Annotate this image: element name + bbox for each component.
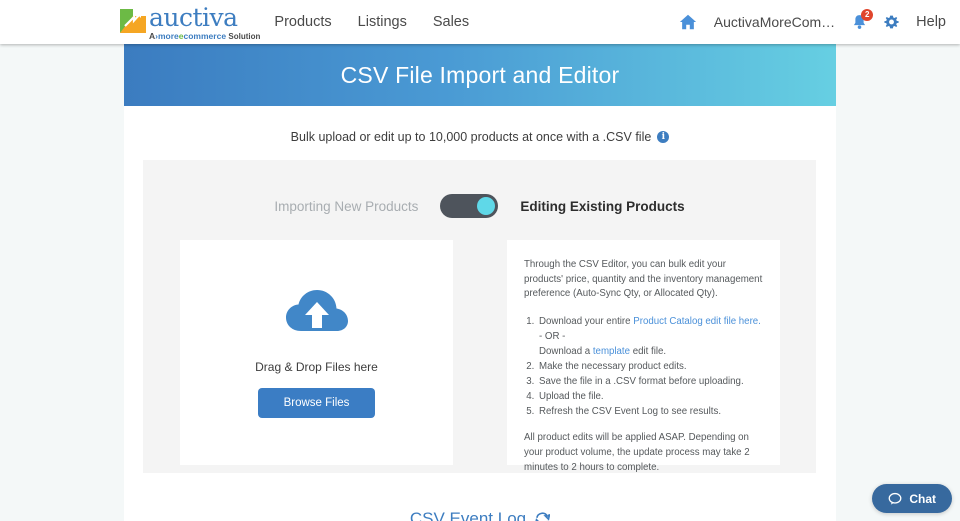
instructions-steps: Download your entire Product Catalog edi…	[537, 314, 763, 419]
csv-event-log-header: CSV Event Log	[124, 509, 836, 521]
chat-label: Chat	[909, 491, 936, 506]
brand-tagline-solution: Solution	[228, 31, 261, 41]
editor-panel: Importing New Products Editing Existing …	[143, 160, 816, 473]
brand-logo[interactable]: auctiva A›moreecommerce Solution	[120, 4, 260, 41]
primary-nav-links: Products Listings Sales	[274, 14, 469, 30]
subtitle-row: Bulk upload or edit up to 10,000 product…	[124, 130, 836, 144]
account-name[interactable]: AuctivaMoreCom…	[714, 14, 835, 30]
file-dropzone[interactable]: Drag & Drop Files here Browse Files	[180, 240, 453, 465]
step1-or: - OR -	[539, 331, 566, 343]
notification-badge: 2	[861, 9, 874, 21]
dropzone-label: Drag & Drop Files here	[255, 360, 378, 374]
chat-widget-button[interactable]: Chat	[872, 484, 952, 513]
template-link[interactable]: template	[593, 346, 630, 357]
page-title: CSV File Import and Editor	[340, 61, 620, 88]
list-item: Download your entire Product Catalog edi…	[537, 314, 763, 359]
brand-tagline-commerce: commerce	[183, 30, 227, 41]
home-icon[interactable]	[679, 13, 697, 31]
page-banner: CSV File Import and Editor	[124, 44, 836, 106]
list-item: Refresh the CSV Event Log to see results…	[537, 404, 763, 419]
content-card: CSV File Import and Editor Bulk upload o…	[124, 44, 836, 521]
csv-event-log-title[interactable]: CSV Event Log	[410, 509, 526, 521]
auctiva-logo-mark	[120, 6, 146, 33]
instructions-outro: All product edits will be applied ASAP. …	[524, 432, 750, 473]
brand-tagline: A›moreecommerce Solution	[149, 30, 261, 41]
brand-wordmark: auctiva	[149, 2, 238, 32]
mode-toggle-row: Importing New Products Editing Existing …	[143, 160, 816, 218]
chat-bubble-icon	[888, 492, 902, 506]
nav-listings[interactable]: Listings	[358, 14, 407, 30]
step1-second-suffix: edit file.	[630, 346, 667, 358]
list-item: Make the necessary product edits.	[537, 359, 763, 374]
toggle-label-importing[interactable]: Importing New Products	[274, 199, 418, 214]
nav-products[interactable]: Products	[274, 14, 331, 30]
top-navigation-bar: auctiva A›moreecommerce Solution Product…	[0, 0, 960, 44]
list-item: Upload the file.	[537, 389, 763, 404]
list-item: Save the file in a .CSV format before up…	[537, 374, 763, 389]
info-icon[interactable]: i	[657, 131, 670, 143]
step1-second-prefix: Download a	[539, 346, 593, 358]
mode-toggle-knob	[477, 197, 496, 215]
toggle-label-editing[interactable]: Editing Existing Products	[520, 199, 684, 214]
nav-sales[interactable]: Sales	[433, 14, 469, 30]
bell-icon[interactable]: 2	[852, 9, 874, 30]
step1-prefix: Download your entire	[539, 316, 634, 328]
instructions-intro: Through the CSV Editor, you can bulk edi…	[524, 259, 763, 300]
instructions-panel: Through the CSV Editor, you can bulk edi…	[507, 240, 780, 473]
panels-row: Drag & Drop Files here Browse Files Thro…	[143, 218, 816, 473]
help-link[interactable]: Help	[916, 14, 946, 30]
brand-tagline-more: more	[157, 30, 179, 41]
mode-toggle[interactable]	[440, 194, 499, 218]
gear-icon[interactable]	[884, 15, 899, 30]
subtitle-text: Bulk upload or edit up to 10,000 product…	[290, 130, 652, 144]
nav-right-cluster: AuctivaMoreCom… 2 Help	[679, 9, 946, 31]
browse-files-button[interactable]: Browse Files	[257, 388, 376, 418]
cloud-upload-icon	[284, 287, 350, 340]
page-root: auctiva A›moreecommerce Solution Product…	[0, 0, 960, 521]
refresh-icon[interactable]	[535, 511, 551, 521]
product-catalog-link[interactable]: Product Catalog edit file here.	[633, 316, 761, 327]
